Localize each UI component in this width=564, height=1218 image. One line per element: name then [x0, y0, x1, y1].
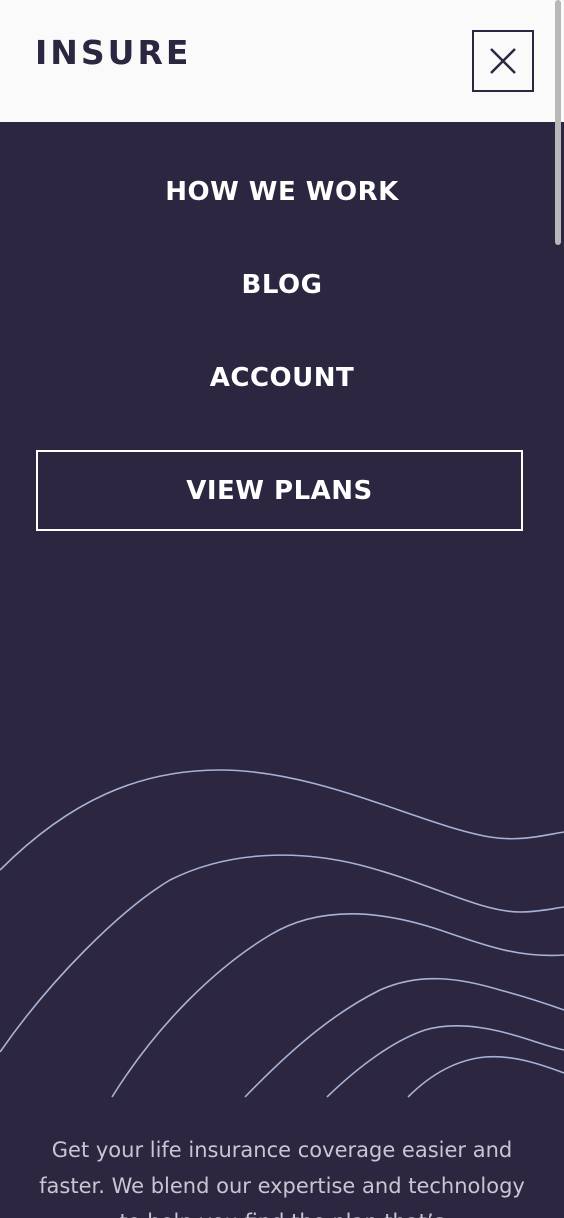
nav-link-how-we-work[interactable]: HOW WE WORK	[0, 177, 564, 207]
view-plans-button[interactable]: VIEW PLANS	[36, 450, 523, 531]
close-menu-button[interactable]	[472, 30, 534, 92]
nav-link-blog[interactable]: BLOG	[0, 270, 564, 300]
nav-link-account[interactable]: ACCOUNT	[0, 363, 564, 393]
wave-pattern-decoration	[0, 769, 564, 1098]
header: INSURE	[0, 0, 564, 122]
logo[interactable]: INSURE	[35, 36, 191, 69]
hero-tagline: Get your life insurance coverage easier …	[39, 1138, 525, 1218]
close-icon	[490, 48, 516, 74]
scrollbar[interactable]	[555, 0, 561, 245]
page: INSURE HOW WE WORK BLOG ACCOUNT VIEW PLA…	[0, 0, 564, 1218]
